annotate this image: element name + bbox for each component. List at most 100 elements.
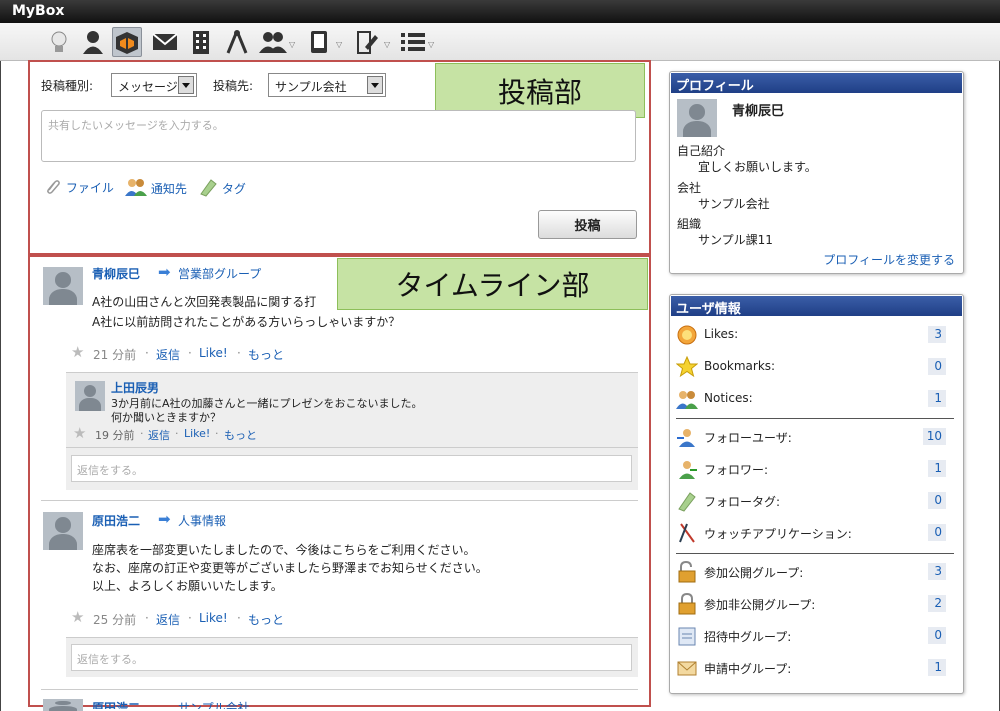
- stat-label: Likes:: [704, 327, 739, 341]
- tag-link[interactable]: タグ: [198, 177, 246, 197]
- stat-count: 3: [928, 563, 946, 580]
- avatar[interactable]: [75, 381, 105, 411]
- stat-row-likes[interactable]: Likes: 3: [676, 321, 954, 349]
- like-link[interactable]: Like!: [199, 611, 228, 625]
- reply-link[interactable]: 返信: [148, 427, 170, 443]
- star-icon[interactable]: ★: [71, 608, 84, 626]
- lightbulb-icon[interactable]: [44, 27, 74, 57]
- avatar[interactable]: [677, 99, 717, 137]
- apply-group-icon: [677, 661, 697, 676]
- building-icon[interactable]: [186, 27, 216, 57]
- company-value: サンプル会社: [698, 197, 770, 211]
- more-link[interactable]: もっと: [248, 611, 284, 628]
- post-type-select[interactable]: メッセージ: [111, 73, 197, 97]
- message-input[interactable]: 共有したいメッセージを入力する。: [41, 110, 636, 162]
- stat-count: 10: [922, 428, 946, 445]
- stat-count: 2: [928, 595, 946, 612]
- like-link[interactable]: Like!: [199, 346, 228, 360]
- post-target[interactable]: 営業部グループ: [178, 265, 261, 282]
- notify-label: 通知先: [150, 182, 187, 196]
- org-value: サンプル課11: [698, 233, 773, 247]
- stat-row-followers[interactable]: フォロワー: 1: [676, 455, 954, 483]
- post-target[interactable]: 人事情報: [178, 512, 226, 529]
- stat-count: 1: [928, 659, 946, 676]
- post-dest-select[interactable]: サンプル会社: [268, 73, 386, 97]
- list-icon[interactable]: [398, 27, 428, 57]
- star-icon[interactable]: ★: [71, 343, 84, 361]
- tablet-icon[interactable]: [304, 27, 334, 57]
- follow-tag-icon: [678, 492, 696, 512]
- list-menu-caret-icon[interactable]: ▽: [428, 40, 434, 49]
- reply-link[interactable]: 返信: [156, 346, 180, 363]
- stat-row-watch-apps[interactable]: ウォッチアプリケーション: 0: [676, 519, 954, 547]
- stat-row-follow-users[interactable]: フォローユーザ: 10: [676, 423, 954, 451]
- user-info-panel: ユーザ情報 Likes: 3 Bookmarks: 0 Notices: 1 フ…: [669, 294, 964, 694]
- edit-icon[interactable]: [352, 27, 382, 57]
- post-body-line: 座席表を一部変更いたしましたので、今後はこちらをご利用ください。: [92, 543, 476, 557]
- post-author[interactable]: 青柳辰巳: [92, 265, 140, 282]
- separator-dot: ·: [188, 346, 192, 360]
- comment-author[interactable]: 上田辰男: [111, 379, 159, 396]
- stat-row-invited-groups[interactable]: 招待中グループ: 0: [676, 622, 954, 650]
- attach-file-label: ファイル: [65, 181, 114, 195]
- avatar[interactable]: [43, 267, 83, 305]
- stat-row-applied-groups[interactable]: 申請中グループ: 1: [676, 654, 954, 682]
- main-toolbar: ▽ ▽ ▽ ▽: [0, 23, 1000, 61]
- compass-icon[interactable]: [222, 27, 252, 57]
- reply-input[interactable]: 返信をする。: [71, 455, 632, 482]
- comment-time: 19 分前: [95, 429, 135, 442]
- separator-dot: ·: [237, 611, 241, 625]
- group-menu-caret-icon[interactable]: ▽: [289, 40, 295, 49]
- submit-post-button[interactable]: 投稿: [538, 210, 637, 239]
- stat-row-bookmarks[interactable]: Bookmarks: 0: [676, 353, 954, 381]
- stat-row-notices[interactable]: Notices: 1: [676, 385, 954, 413]
- edit-profile-link[interactable]: プロフィールを変更する: [823, 251, 955, 268]
- tag-icon: [200, 179, 217, 197]
- timeline-section-label: タイムライン部: [337, 258, 648, 310]
- stat-count: 1: [928, 460, 946, 477]
- stat-label: Bookmarks:: [704, 359, 776, 373]
- chevron-down-icon: [178, 76, 194, 94]
- group-icon[interactable]: [258, 27, 288, 57]
- more-link[interactable]: もっと: [248, 346, 284, 363]
- post-target[interactable]: サンプル会社: [178, 699, 250, 709]
- attach-file-link[interactable]: ファイル: [44, 178, 114, 196]
- avatar[interactable]: [43, 699, 83, 711]
- more-link[interactable]: もっと: [224, 427, 257, 443]
- post-type-value: メッセージ: [118, 80, 178, 94]
- divider: [676, 418, 954, 419]
- reply-placeholder: 返信をする。: [77, 653, 143, 666]
- stat-row-public-groups[interactable]: 参加公開グループ: 3: [676, 558, 954, 586]
- mail-icon[interactable]: [150, 27, 180, 57]
- avatar[interactable]: [43, 512, 83, 550]
- post-body-line: 以上、よろしくお願いいたします。: [92, 579, 283, 593]
- public-group-icon: [678, 561, 696, 583]
- likes-icon: [677, 325, 697, 345]
- edit-menu-caret-icon[interactable]: ▽: [384, 40, 390, 49]
- reply-link[interactable]: 返信: [156, 611, 180, 628]
- user-icon[interactable]: [78, 27, 108, 57]
- stat-row-private-groups[interactable]: 参加非公開グループ: 2: [676, 590, 954, 618]
- post-body-line: なお、座席の訂正や変更等がございましたら野澤までお知らせください。: [92, 561, 488, 575]
- post-body-line: A社の山田さんと次回発表製品に関する打: [92, 295, 317, 309]
- like-link[interactable]: Like!: [184, 427, 210, 440]
- post-divider: [41, 689, 638, 690]
- reply-input[interactable]: 返信をする。: [71, 644, 632, 671]
- stat-count: 0: [928, 524, 946, 541]
- divider: [66, 447, 638, 448]
- post-author[interactable]: 原田浩二: [92, 512, 140, 529]
- app-title: MyBox: [12, 3, 65, 19]
- post-author[interactable]: 原田浩二: [92, 699, 140, 709]
- follow-user-icon: [677, 429, 695, 447]
- org-label: 組織: [677, 217, 702, 231]
- follower-icon: [679, 461, 697, 479]
- stat-label: 参加公開グループ:: [704, 566, 804, 580]
- box-icon[interactable]: [112, 27, 142, 57]
- stat-row-follow-tags[interactable]: フォロータグ: 0: [676, 487, 954, 515]
- bookmark-star-icon: [676, 356, 698, 378]
- stat-label: フォローユーザ:: [704, 431, 792, 445]
- star-icon[interactable]: ★: [73, 424, 86, 442]
- notify-link[interactable]: 通知先: [125, 177, 187, 197]
- separator-dot: ·: [140, 427, 144, 440]
- tablet-menu-caret-icon[interactable]: ▽: [336, 40, 342, 49]
